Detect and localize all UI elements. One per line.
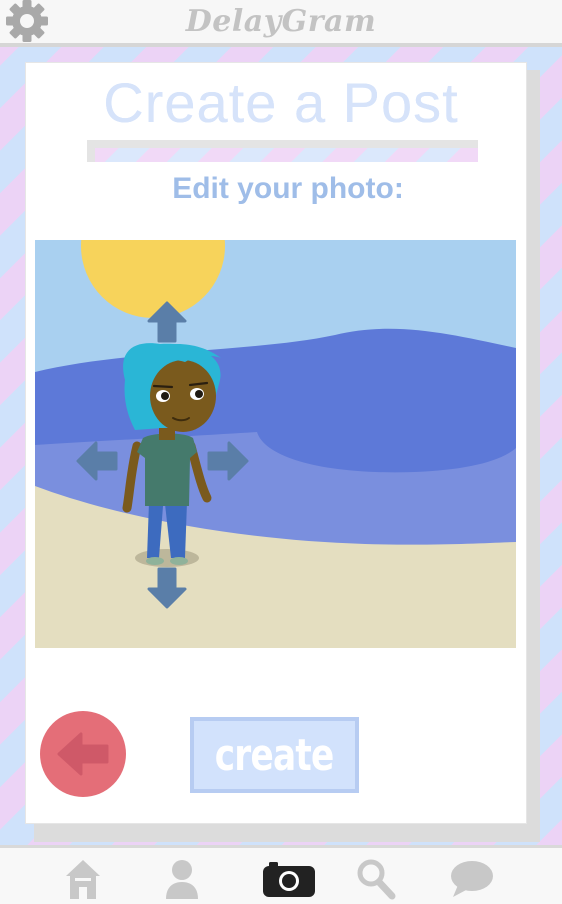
photo-canvas[interactable]	[35, 240, 516, 648]
gear-icon[interactable]	[4, 0, 50, 44]
nav-search[interactable]	[351, 856, 401, 902]
camera-icon	[263, 862, 315, 897]
create-button-label: create	[215, 729, 334, 781]
arrow-up-icon	[147, 301, 187, 343]
page-subtitle: Edit your photo:	[172, 172, 404, 205]
user-icon	[166, 860, 198, 899]
app-brand: DelayGram	[185, 4, 377, 39]
move-left-button[interactable]	[75, 439, 119, 483]
bottom-nav	[0, 845, 562, 904]
arrow-right-icon	[207, 441, 249, 481]
move-right-button[interactable]	[206, 439, 250, 483]
title-underline	[87, 140, 478, 162]
nav-camera[interactable]	[262, 856, 316, 902]
create-button[interactable]: create	[190, 717, 359, 793]
back-arrow-icon	[57, 732, 109, 776]
top-bar: DelayGram	[0, 0, 562, 47]
character-shadow	[135, 549, 199, 567]
nav-profile[interactable]	[157, 856, 207, 902]
nav-home[interactable]	[58, 856, 108, 902]
home-icon	[66, 860, 100, 899]
arrow-down-icon	[147, 567, 187, 609]
move-down-button[interactable]	[145, 566, 189, 610]
page-title: Create a Post	[103, 71, 459, 134]
back-button[interactable]	[40, 711, 126, 797]
search-icon	[357, 859, 396, 900]
chat-icon	[451, 861, 493, 897]
arrow-left-icon	[76, 441, 118, 481]
nav-messages[interactable]	[447, 856, 497, 902]
move-up-button[interactable]	[145, 300, 189, 344]
